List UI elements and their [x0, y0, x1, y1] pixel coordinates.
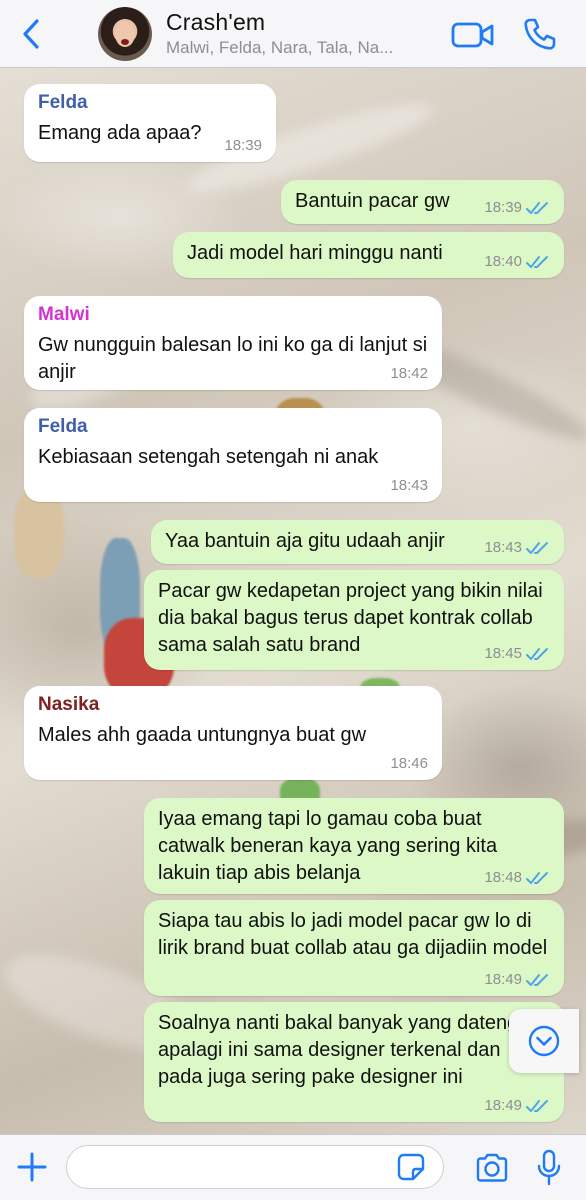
microphone-icon [537, 1149, 561, 1186]
message-bubble-outgoing[interactable]: Yaa bantuin aja gitu udaah anjir 18:43 [151, 520, 564, 564]
read-ticks-icon [526, 201, 548, 214]
camera-icon [476, 1153, 508, 1182]
plus-icon [17, 1152, 47, 1182]
message-bubble-incoming[interactable]: Felda Emang ada apaa? 18:39 [24, 84, 276, 162]
message-time: 18:46 [390, 755, 428, 772]
message-text: Siapa tau abis lo jadi model pacar gw lo… [158, 910, 548, 959]
message-text: Soalnya nanti bakal banyak yang dateng a… [158, 1012, 519, 1088]
message-time: 18:42 [390, 365, 428, 382]
message-time: 18:43 [484, 539, 522, 556]
message-text: Males ahh gaada untungnya buat gw [38, 724, 367, 746]
chat-background[interactable]: Felda Emang ada apaa? 18:39 Bantuin paca… [0, 68, 586, 1134]
read-ticks-icon [526, 647, 548, 660]
message-bubble-incoming[interactable]: Felda Kebiasaan setengah setengah ni ana… [24, 408, 442, 502]
composer-bar [0, 1134, 586, 1200]
microphone-button[interactable] [536, 1149, 562, 1187]
chevron-down-circle-icon [528, 1025, 560, 1057]
voice-call-button[interactable] [521, 16, 557, 52]
message-bubble-outgoing[interactable]: Pacar gw kedapetan project yang bikin ni… [144, 570, 564, 670]
message-sender: Nasika [38, 694, 100, 715]
read-ticks-icon [526, 255, 548, 268]
message-time: 18:39 [224, 137, 262, 154]
chat-header: Crash'em Malwi, Felda, Nara, Tala, Na... [0, 0, 586, 68]
read-ticks-icon [526, 973, 548, 986]
chevron-left-icon [23, 19, 39, 49]
message-bubble-outgoing[interactable]: Iyaa emang tapi lo gamau coba buat catwa… [144, 798, 564, 894]
back-button[interactable] [16, 16, 46, 52]
chat-members[interactable]: Malwi, Felda, Nara, Tala, Na... [166, 38, 434, 58]
message-time: 18:49 [484, 1097, 522, 1114]
message-bubble-outgoing[interactable]: Jadi model hari minggu nanti 18:40 [173, 232, 564, 278]
sticker-button[interactable] [396, 1152, 426, 1182]
group-avatar[interactable] [98, 7, 152, 61]
sticker-icon [397, 1153, 425, 1181]
message-sender: Malwi [38, 304, 90, 325]
attach-button[interactable] [16, 1151, 48, 1183]
message-bubble-incoming[interactable]: Nasika Males ahh gaada untungnya buat gw… [24, 686, 442, 780]
message-bubble-outgoing[interactable]: Siapa tau abis lo jadi model pacar gw lo… [144, 900, 564, 996]
video-call-button[interactable] [451, 20, 495, 50]
message-sender: Felda [38, 416, 88, 437]
message-sender: Felda [38, 92, 88, 113]
read-ticks-icon [526, 541, 548, 554]
phone-icon [524, 18, 556, 50]
read-ticks-icon [526, 1099, 548, 1112]
video-camera-icon [451, 22, 494, 48]
message-time: 18:40 [484, 253, 522, 270]
read-ticks-icon [526, 871, 548, 884]
scroll-to-bottom-button[interactable] [509, 1009, 579, 1073]
message-time: 18:39 [484, 199, 522, 216]
message-bubble-outgoing[interactable]: Bantuin pacar gw 18:39 [281, 180, 564, 224]
message-input[interactable] [66, 1145, 444, 1189]
chat-title[interactable]: Crash'em [166, 9, 265, 36]
message-time: 18:45 [484, 645, 522, 662]
message-bubble-outgoing[interactable]: Soalnya nanti bakal banyak yang dateng a… [144, 1002, 564, 1122]
message-text: Kebiasaan setengah setengah ni anak [38, 446, 379, 468]
message-time: 18:49 [484, 971, 522, 988]
message-time: 18:43 [390, 477, 428, 494]
message-time: 18:48 [484, 869, 522, 886]
message-text: Gw nungguin balesan lo ini ko ga di lanj… [38, 334, 428, 383]
message-bubble-incoming[interactable]: Malwi Gw nungguin balesan lo ini ko ga d… [24, 296, 442, 390]
camera-button[interactable] [474, 1152, 510, 1184]
